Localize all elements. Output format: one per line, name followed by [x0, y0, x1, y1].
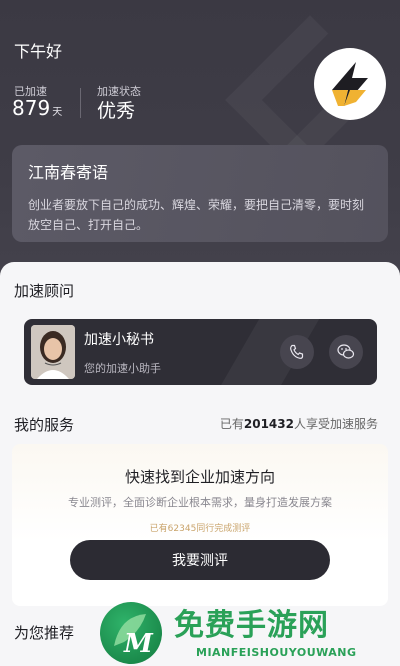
stat-divider	[80, 88, 81, 118]
watermark-text: 免费手游网	[174, 608, 329, 643]
days-unit: 天	[52, 107, 63, 118]
advisor-name: 加速小秘书	[84, 332, 154, 348]
svg-text:M: M	[123, 629, 154, 659]
avatar	[31, 325, 75, 379]
service-count-prefix: 已有	[219, 417, 244, 431]
service-card-desc: 专业测评，全面诊断企业根本需求，量身打造发展方案	[68, 496, 332, 509]
bolt-logo-icon	[332, 62, 368, 106]
service-count: 已有201432人享受加速服务	[220, 415, 378, 432]
advisor-subtitle: 您的加速小助手	[84, 362, 161, 375]
accelerated-days: 879 天	[12, 96, 62, 120]
evaluate-button[interactable]: 我要测评	[70, 540, 330, 580]
service-count-value: 201432	[243, 417, 294, 431]
wechat-button[interactable]	[329, 335, 363, 369]
status-value: 优秀	[97, 100, 136, 122]
service-card: 快速找到企业加速方向 专业测评，全面诊断企业根本需求，量身打造发展方案 已有62…	[12, 444, 388, 606]
advisor-card[interactable]: 加速小秘书 您的加速小助手	[24, 319, 377, 385]
recommend-section-title: 为您推荐	[14, 624, 75, 642]
quote-text: 创业者要放下自己的成功、辉煌、荣耀，要把自己清零，要时刻放空自己、打开自己。	[28, 198, 365, 232]
advisor-section-title: 加速顾问	[14, 282, 75, 300]
quote-title: 江南春寄语	[28, 163, 109, 182]
service-card-title: 快速找到企业加速方向	[124, 468, 275, 486]
greeting: 下午好	[14, 42, 63, 61]
call-button[interactable]	[280, 335, 314, 369]
leaf-m-icon: M	[114, 614, 154, 659]
app-logo[interactable]	[314, 48, 386, 120]
header: 下午好 已加速 879 天 加速状态 优秀 江南春寄语 创业者要放下自己的成功、辉…	[0, 0, 400, 300]
quote-card[interactable]: 江南春寄语 创业者要放下自己的成功、辉煌、荣耀，要把自己清零，要时刻放空自己、打…	[12, 145, 388, 242]
avatar-portrait	[31, 325, 75, 379]
watermark: M 免费手游网 MIANFEISHOUYOUWANG	[100, 596, 400, 666]
phone-icon	[290, 344, 304, 359]
watermark-logo: M	[100, 602, 162, 664]
accelerated-days-value: 879	[12, 96, 51, 120]
wechat-icon	[337, 344, 355, 359]
service-card-note: 已有62345同行完成测评	[149, 524, 251, 534]
watermark-subtext: MIANFEISHOUYOUWANG	[196, 646, 357, 659]
service-count-suffix: 人享受加速服务	[293, 417, 378, 431]
services-section-title: 我的服务	[14, 416, 75, 434]
